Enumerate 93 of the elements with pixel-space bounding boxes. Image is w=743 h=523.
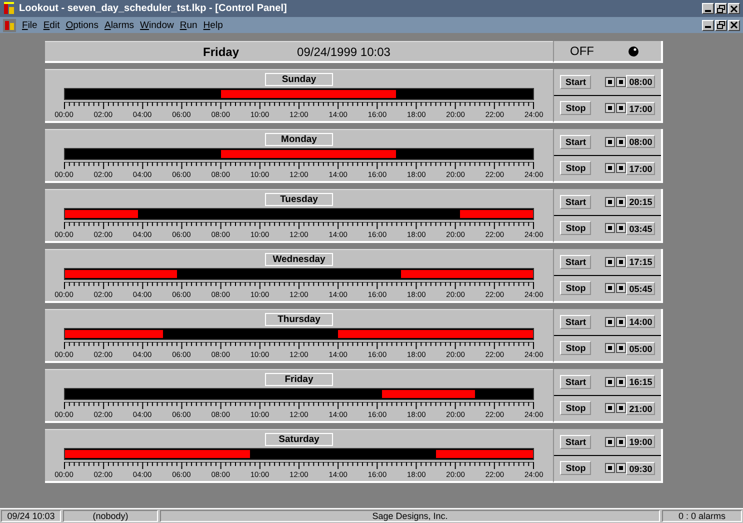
stop-time: 21:00 xyxy=(626,402,655,415)
close-button[interactable] xyxy=(728,3,740,14)
stop-button[interactable]: Stop xyxy=(560,281,592,296)
stop-button[interactable]: Stop xyxy=(560,101,592,116)
day-label: Tuesday xyxy=(265,193,333,206)
decrement-button[interactable] xyxy=(605,163,616,174)
stop-time: 09:30 xyxy=(626,462,655,475)
menu-item[interactable]: Alarms xyxy=(104,20,134,30)
restore-icon xyxy=(717,4,725,12)
start-button[interactable]: Start xyxy=(560,374,592,389)
increment-button[interactable] xyxy=(616,283,626,294)
menu-item[interactable]: Window xyxy=(140,20,174,30)
increment-button[interactable] xyxy=(616,76,626,87)
increment-button[interactable] xyxy=(616,403,626,414)
day-label: Saturday xyxy=(265,433,333,446)
stop-button[interactable]: Stop xyxy=(560,161,592,176)
start-time: 08:00 xyxy=(626,135,655,148)
status-cell: 09/24 10:03 xyxy=(1,510,61,522)
stop-button[interactable]: Stop xyxy=(560,221,592,236)
decrement-button[interactable] xyxy=(605,136,616,147)
start-time: 16:15 xyxy=(626,375,655,388)
decrement-button[interactable] xyxy=(605,376,616,387)
indicator-icon xyxy=(628,46,639,56)
increment-button[interactable] xyxy=(616,436,626,447)
stop-button[interactable]: Stop xyxy=(560,401,592,416)
current-datetime: 09/24/1999 10:03 xyxy=(297,44,390,58)
increment-button[interactable] xyxy=(616,316,626,327)
restore-button[interactable] xyxy=(715,20,727,30)
menu-item[interactable]: Edit xyxy=(43,20,60,30)
minimize-icon xyxy=(705,26,711,28)
decrement-button[interactable] xyxy=(605,256,616,267)
status-cell: 0 : 0 alarms xyxy=(662,510,742,522)
increment-button[interactable] xyxy=(616,343,626,354)
minimize-button[interactable] xyxy=(702,20,714,30)
stop-time: 03:45 xyxy=(626,222,655,235)
decrement-button[interactable] xyxy=(605,463,616,474)
minimize-button[interactable] xyxy=(702,3,714,14)
day-label: Sunday xyxy=(265,73,333,86)
menu-item[interactable]: File xyxy=(22,20,38,30)
stop-time: 17:00 xyxy=(626,102,655,115)
menu-item[interactable]: Run xyxy=(180,20,198,30)
decrement-button[interactable] xyxy=(605,403,616,414)
stop-time: 05:45 xyxy=(626,282,655,295)
stop-time: 05:00 xyxy=(626,342,655,355)
stop-time: 17:00 xyxy=(626,162,655,175)
increment-button[interactable] xyxy=(616,256,626,267)
current-day: Friday xyxy=(203,44,240,58)
increment-button[interactable] xyxy=(616,223,626,234)
window-title: Lookout - seven_day_scheduler_tst.lkp - [Control Panel] xyxy=(19,3,287,14)
app-icon xyxy=(3,2,16,15)
day-label: Thursday xyxy=(265,313,333,326)
menu-item[interactable]: Options xyxy=(66,20,98,30)
stop-button[interactable]: Stop xyxy=(560,461,592,476)
start-time: 14:00 xyxy=(626,315,655,328)
start-time: 08:00 xyxy=(626,75,655,88)
increment-button[interactable] xyxy=(616,196,626,207)
status-cell: Sage Designs, Inc. xyxy=(160,510,660,522)
decrement-button[interactable] xyxy=(605,103,616,114)
close-button[interactable] xyxy=(728,20,740,30)
decrement-button[interactable] xyxy=(605,196,616,207)
status-cell: (nobody) xyxy=(63,510,158,522)
day-label: Friday xyxy=(265,373,333,386)
increment-button[interactable] xyxy=(616,163,626,174)
start-button[interactable]: Start xyxy=(560,314,592,329)
status-text: OFF xyxy=(570,44,594,58)
increment-button[interactable] xyxy=(616,463,626,474)
start-time: 19:00 xyxy=(626,435,655,448)
start-time: 17:15 xyxy=(626,255,655,268)
start-button[interactable]: Start xyxy=(560,194,592,209)
decrement-button[interactable] xyxy=(605,316,616,327)
start-button[interactable]: Start xyxy=(560,134,592,149)
decrement-button[interactable] xyxy=(605,76,616,87)
menu-item[interactable]: Help xyxy=(203,20,223,30)
minimize-icon xyxy=(705,10,711,12)
document-icon xyxy=(3,18,16,32)
stop-button[interactable]: Stop xyxy=(560,341,592,356)
close-icon xyxy=(730,4,738,12)
increment-button[interactable] xyxy=(616,376,626,387)
restore-icon xyxy=(717,21,725,29)
start-button[interactable]: Start xyxy=(560,254,592,269)
day-label: Wednesday xyxy=(265,253,333,266)
start-button[interactable]: Start xyxy=(560,74,592,89)
decrement-button[interactable] xyxy=(605,283,616,294)
decrement-button[interactable] xyxy=(605,223,616,234)
restore-button[interactable] xyxy=(715,3,727,14)
decrement-button[interactable] xyxy=(605,343,616,354)
start-button[interactable]: Start xyxy=(560,434,592,449)
close-icon xyxy=(730,21,738,29)
increment-button[interactable] xyxy=(616,103,626,114)
decrement-button[interactable] xyxy=(605,436,616,447)
increment-button[interactable] xyxy=(616,136,626,147)
start-time: 20:15 xyxy=(626,195,655,208)
day-label: Monday xyxy=(265,133,333,146)
